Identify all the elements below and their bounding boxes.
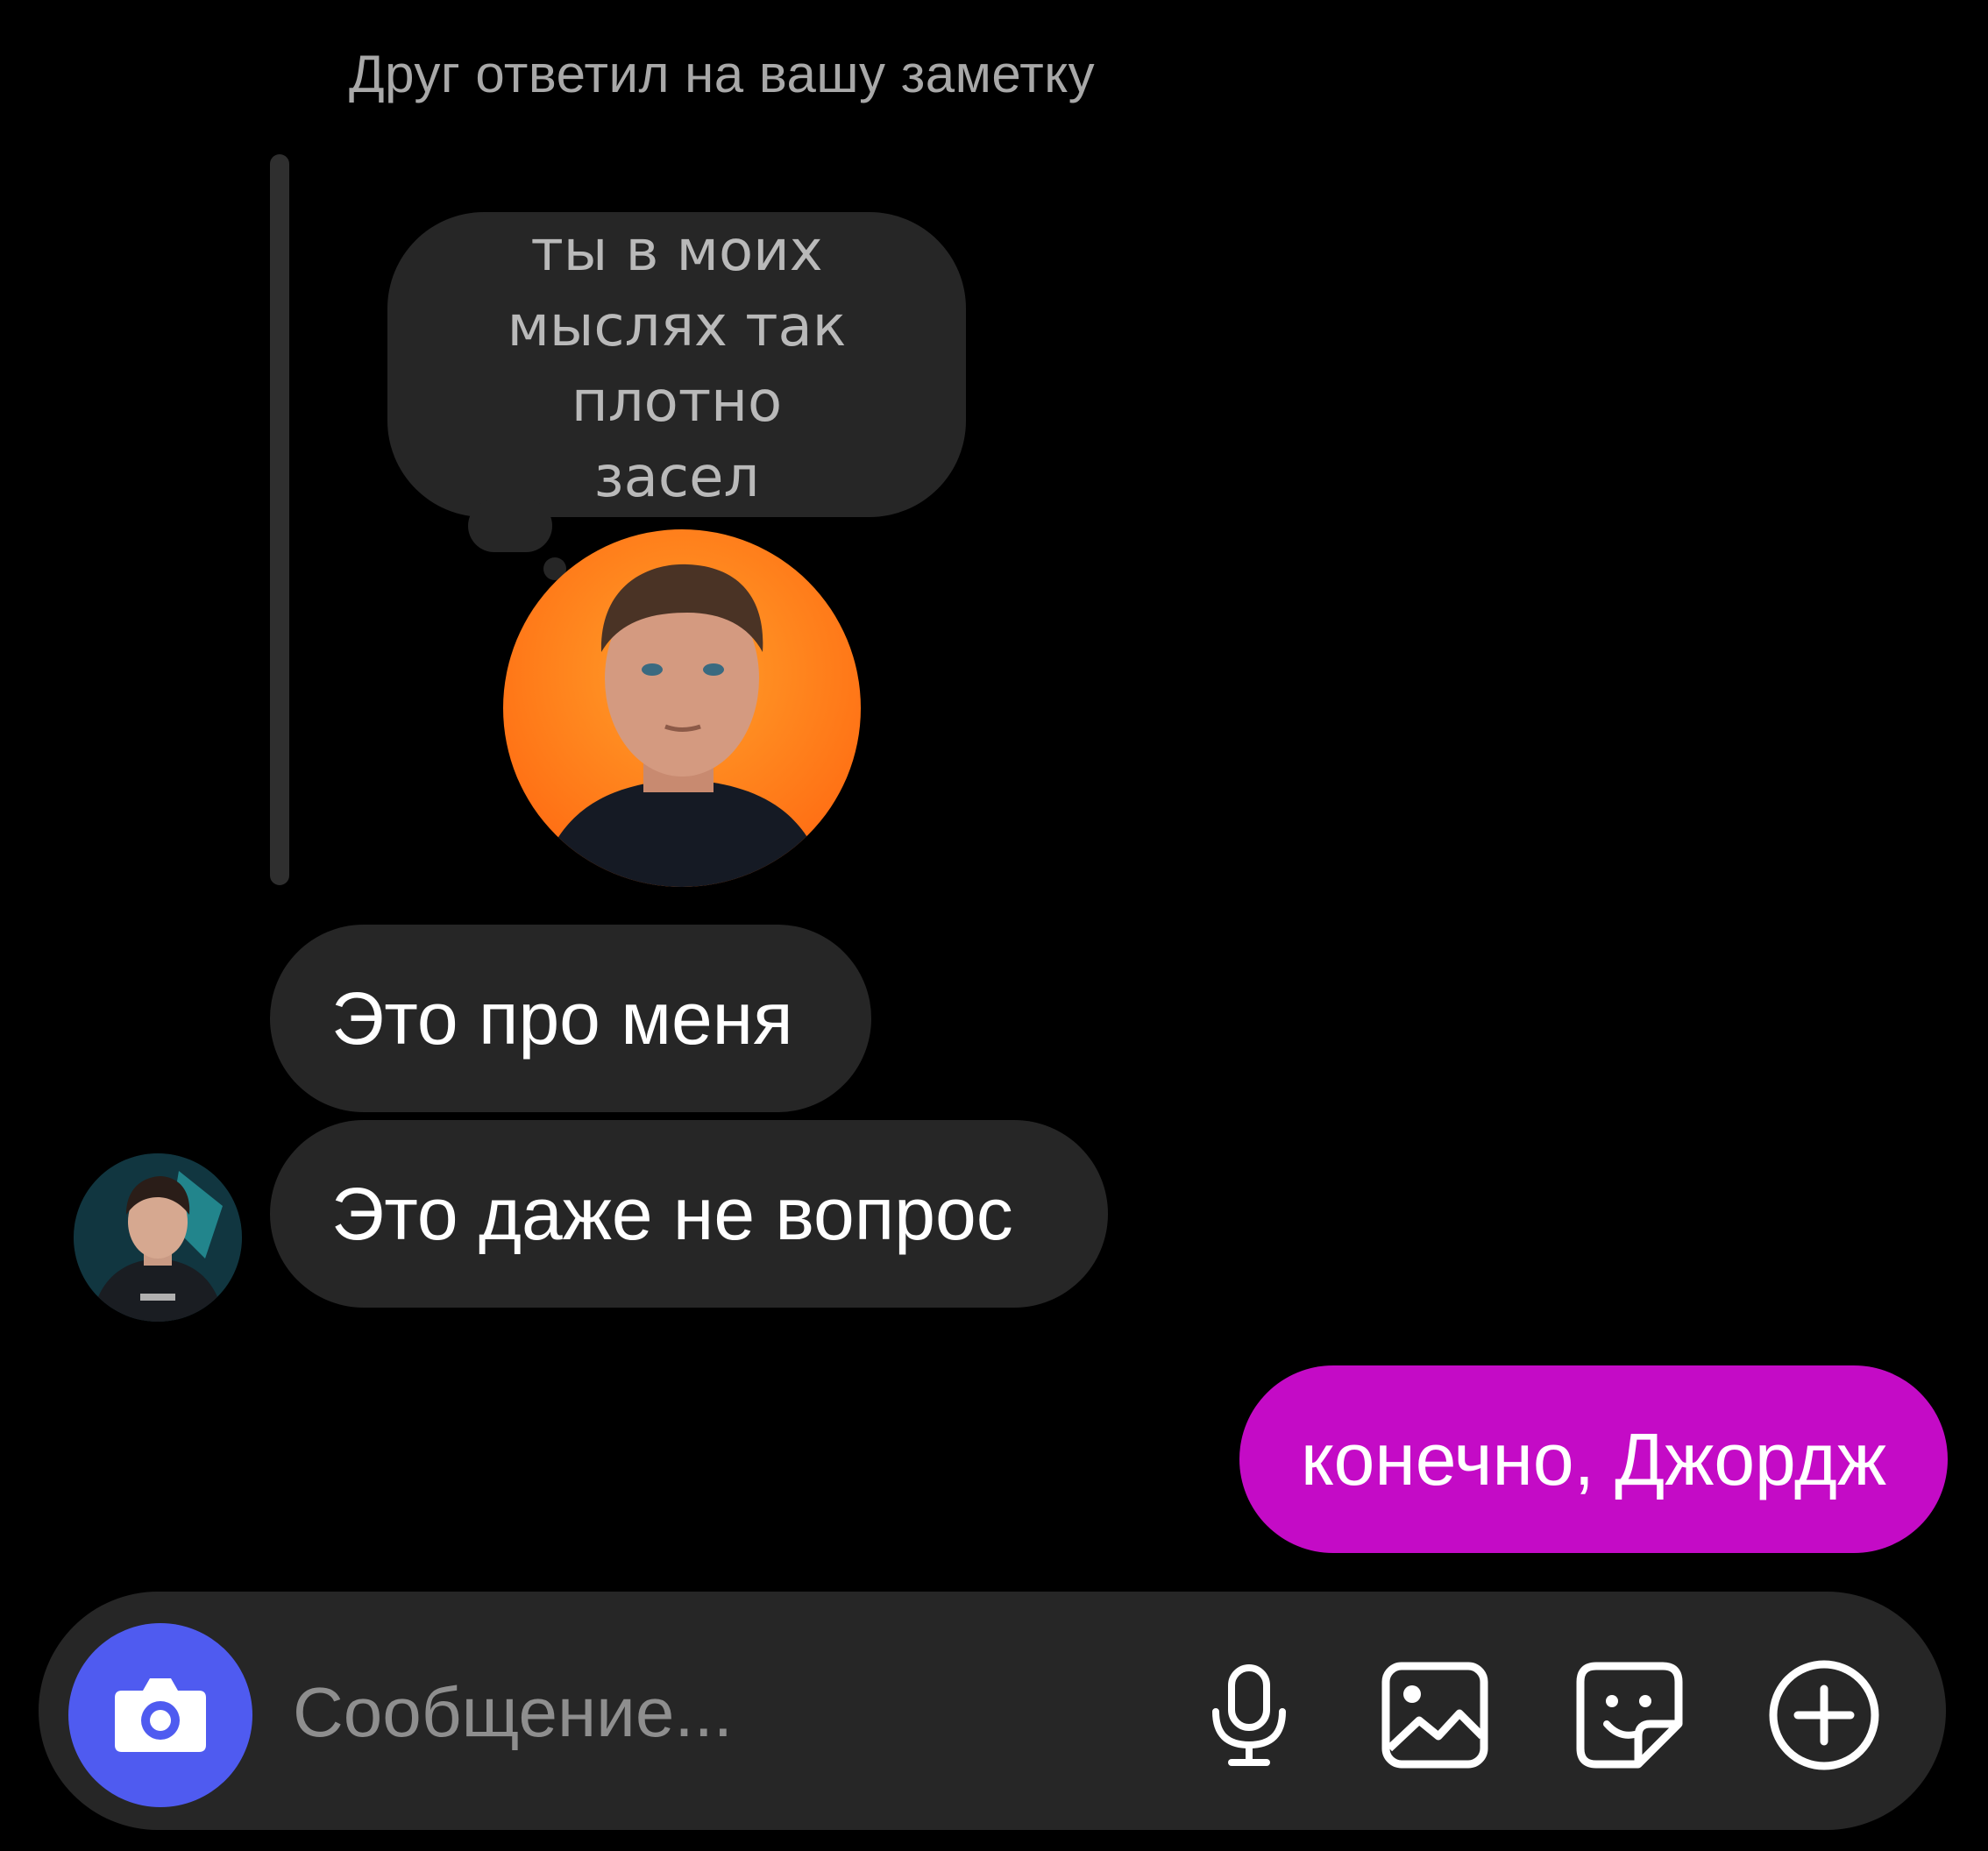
sticker-button[interactable] xyxy=(1573,1658,1686,1772)
incoming-message[interactable]: Это про меня xyxy=(270,925,871,1112)
quote-bar xyxy=(270,154,289,885)
camera-button[interactable] xyxy=(68,1623,252,1807)
plus-circle-icon xyxy=(1769,1660,1879,1770)
camera-icon xyxy=(115,1678,206,1752)
note-author-photo xyxy=(503,529,861,887)
more-button[interactable] xyxy=(1767,1658,1881,1772)
note-author-avatar[interactable] xyxy=(503,529,861,887)
microphone-icon xyxy=(1212,1664,1286,1766)
sticker-icon xyxy=(1576,1662,1683,1769)
incoming-message[interactable]: Это даже не вопрос xyxy=(270,1120,1108,1308)
microphone-button[interactable] xyxy=(1192,1658,1306,1772)
note-text: ты в моих мыслях так плотно засел xyxy=(507,219,847,510)
gallery-icon xyxy=(1381,1662,1488,1769)
message-input[interactable]: Сообщение... xyxy=(293,1672,733,1753)
outgoing-message[interactable]: конечно, Джордж xyxy=(1239,1365,1948,1553)
sender-avatar[interactable] xyxy=(74,1153,242,1322)
note-bubble[interactable]: ты в моих мыслях так плотно засел xyxy=(387,212,966,517)
gallery-button[interactable] xyxy=(1378,1658,1492,1772)
message-composer: Сообщение... xyxy=(39,1592,1946,1830)
note-bubble-tail xyxy=(468,500,552,552)
chat-screen: Друг ответил на вашу заметку ты в моих м… xyxy=(0,0,1988,1851)
sender-photo xyxy=(74,1153,242,1322)
reply-context-header: Друг ответил на вашу заметку xyxy=(349,45,1096,103)
